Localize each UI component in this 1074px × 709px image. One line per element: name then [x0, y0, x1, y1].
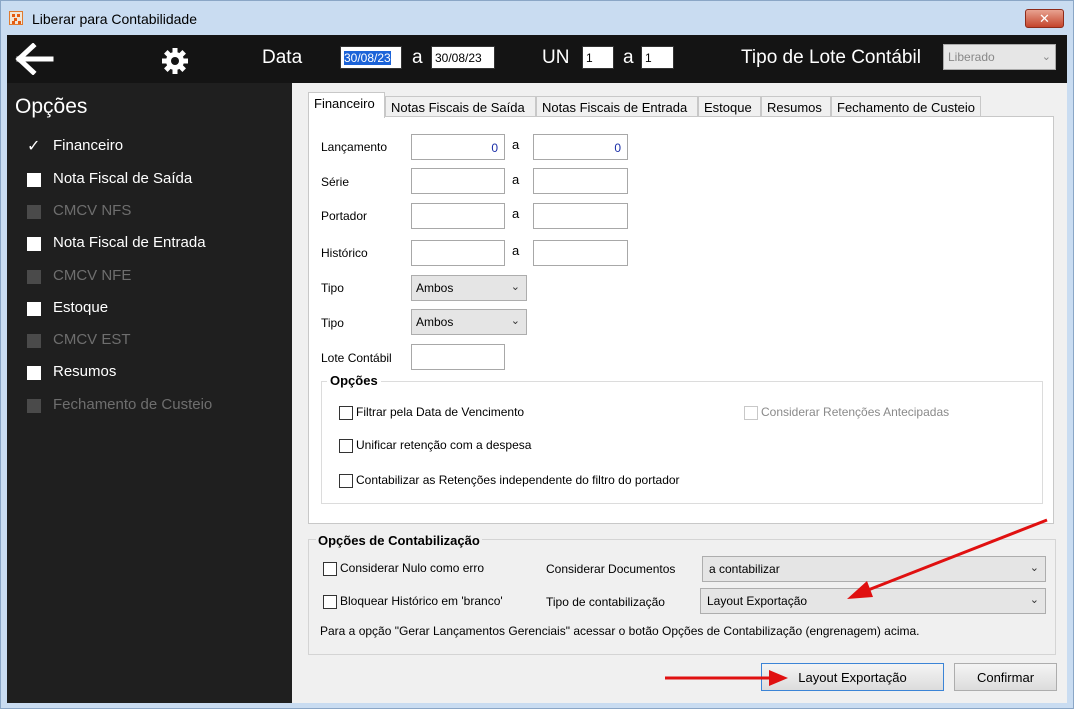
tipo-contabilizacao-value: Layout Exportação — [707, 594, 808, 608]
gear-icon[interactable] — [161, 47, 189, 75]
bloquear-historico-checkbox[interactable]: Bloquear Histórico em 'branco' — [323, 594, 523, 612]
date-from-field[interactable]: 30/08/23 — [340, 46, 402, 69]
check-icon: ✓ — [27, 138, 41, 155]
considerar-retencoes-checkbox: Considerar Retenções Antecipadas — [744, 405, 984, 423]
un-range-separator: a — [623, 47, 634, 68]
lancamento-label: Lançamento — [321, 140, 388, 154]
portador-from-field[interactable] — [411, 203, 505, 229]
tipo-lote-select[interactable]: Liberado ⌄ — [943, 44, 1056, 70]
tipo-select[interactable]: Ambos ⌄ — [411, 275, 527, 301]
window-title: Liberar para Contabilidade — [32, 11, 197, 27]
tab-estoque[interactable]: Estoque — [698, 96, 761, 117]
main-panel: Financeiro Notas Fiscais de Saída Notas … — [292, 83, 1067, 703]
date-to-field[interactable]: 30/08/23 — [431, 46, 495, 69]
range-separator: a — [512, 172, 520, 187]
tipo-label: Tipo — [321, 316, 344, 330]
tab-notas-fiscais-saida[interactable]: Notas Fiscais de Saída — [385, 96, 536, 117]
tipo-contabilizacao-label: Tipo de contabilização — [546, 595, 665, 609]
sidebar-title: Opções — [15, 95, 88, 118]
app-window: Liberar para Contabilidade ✕ Data 30/08/… — [0, 0, 1074, 709]
close-icon: ✕ — [1039, 11, 1050, 26]
title-bar: Liberar para Contabilidade ✕ — [1, 1, 1073, 34]
portador-to-field[interactable] — [533, 203, 628, 229]
app-logo-icon — [9, 11, 23, 25]
tipo-lote-value: Liberado — [948, 50, 995, 64]
options-sidebar: Opções ✓ Financeiro Nota Fiscal de Saída… — [7, 83, 292, 703]
opcoes-group-title: Opções — [327, 373, 381, 388]
tab-fechamento-custeio[interactable]: Fechamento de Custeio — [831, 96, 981, 117]
un-to-field[interactable]: 1 — [641, 46, 674, 69]
historico-label: Histórico — [321, 246, 368, 260]
historico-from-field[interactable] — [411, 240, 505, 266]
contabilizacao-title: Opções de Contabilização — [316, 533, 482, 548]
lancamento-from-field[interactable]: 0 — [411, 134, 505, 160]
range-separator: a — [512, 243, 520, 258]
filtrar-vencimento-checkbox[interactable]: Filtrar pela Data de Vencimento — [339, 405, 569, 423]
tab-resumos[interactable]: Resumos — [761, 96, 831, 117]
tab-financeiro[interactable]: Financeiro — [308, 92, 385, 118]
contabilizacao-note: Para a opção "Gerar Lançamentos Gerencia… — [320, 624, 920, 638]
un-from-field[interactable]: 1 — [582, 46, 614, 69]
lancamento-to-field[interactable]: 0 — [533, 134, 628, 160]
lote-contabil-label: Lote Contábil — [321, 351, 392, 365]
serie-to-field[interactable] — [533, 168, 628, 194]
chevron-down-icon: ⌄ — [510, 281, 520, 293]
serie-from-field[interactable] — [411, 168, 505, 194]
lote-contabil-field[interactable] — [411, 344, 505, 370]
confirmar-button[interactable]: Confirmar — [954, 663, 1057, 691]
historico-to-field[interactable] — [533, 240, 628, 266]
un-label: UN — [542, 47, 570, 68]
tab-notas-fiscais-entrada[interactable]: Notas Fiscais de Entrada — [536, 96, 698, 117]
unificar-retencao-checkbox[interactable]: Unificar retenção com a despesa — [339, 438, 569, 456]
close-button[interactable]: ✕ — [1025, 9, 1064, 28]
considerar-nulo-checkbox[interactable]: Considerar Nulo como erro — [323, 561, 513, 579]
considerar-documentos-value: a contabilizar — [709, 562, 780, 576]
arrow-left-icon[interactable] — [15, 43, 55, 75]
serie-label: Série — [321, 175, 350, 189]
date-label: Data — [262, 47, 303, 68]
financeiro-panel: Lançamento 0 a 0 Série a Portador a Hist… — [308, 116, 1054, 524]
range-separator: a — [512, 137, 520, 152]
chevron-down-icon: ⌄ — [1041, 51, 1051, 63]
layout-exportacao-button[interactable]: Layout Exportação — [761, 663, 944, 691]
tipo-lote-label: Tipo de Lote Contábil — [741, 47, 921, 68]
tipo-select-value: Ambos — [416, 315, 454, 329]
tipo-label: Tipo — [321, 281, 344, 295]
portador-label: Portador — [321, 209, 368, 223]
range-separator: a — [512, 206, 520, 221]
chevron-down-icon: ⌄ — [510, 315, 520, 327]
chevron-down-icon: ⌄ — [1029, 562, 1039, 574]
considerar-documentos-label: Considerar Documentos — [546, 562, 676, 576]
date-range-separator: a — [412, 47, 423, 68]
toolbar: Data 30/08/23 a 30/08/23 UN 1 a 1 Tipo d… — [7, 35, 1067, 83]
considerar-documentos-select[interactable]: a contabilizar ⌄ — [702, 556, 1046, 582]
tipo-select-value: Ambos — [416, 281, 454, 295]
contabilizar-retencoes-checkbox[interactable]: Contabilizar as Retenções independente d… — [339, 473, 739, 491]
tipo-contabilizacao-select[interactable]: Layout Exportação ⌄ — [700, 588, 1046, 614]
chevron-down-icon: ⌄ — [1029, 594, 1039, 606]
tipo-select-2[interactable]: Ambos ⌄ — [411, 309, 527, 335]
